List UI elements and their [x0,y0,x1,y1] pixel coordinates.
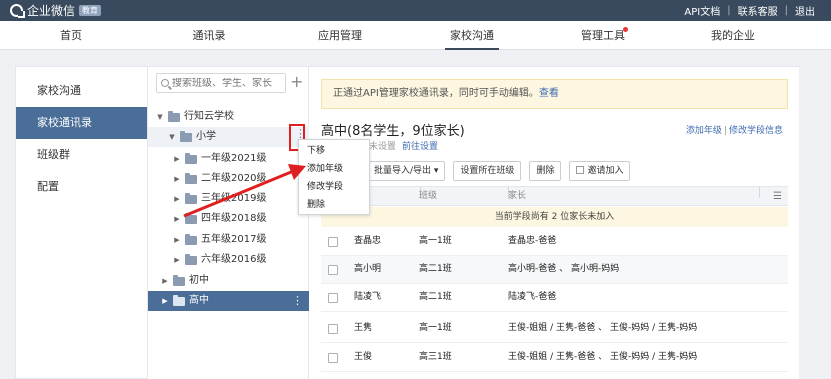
set-class-button[interactable]: 设置所在班级 [453,161,522,181]
row-checkbox[interactable] [328,293,338,303]
add-grade-link[interactable]: 添加年级 [686,126,722,136]
student-parents: 高小明-爸爸 、 高小明-妈妈 [508,264,620,274]
notice-view-link[interactable]: 查看 [539,88,559,99]
tree-node-grade-6[interactable]: ▶ 六年级2016级 [172,250,302,270]
api-notice: 正通过API管理家校通讯录，同时可手动编辑。查看 [321,79,788,109]
student-name: 陆凌飞 [354,292,382,302]
caret-right-icon[interactable]: ▶ [172,230,182,250]
nav-my-enterprise[interactable]: 我的企业 [678,21,788,50]
more-options-icon[interactable]: ⋮ [292,291,303,311]
col-header-parents: 家长 [508,191,527,201]
top-bar: 企业微信 教育 API文档 | 联系客服 | 退出 [0,0,831,21]
go-settings-link[interactable]: 前往设置 [402,142,438,152]
chat-bubble-icon [10,4,23,17]
tree-node-middle[interactable]: ▶ 初中 [160,271,300,291]
student-class: 高一1班 [419,236,452,246]
row-checkbox[interactable] [328,237,338,247]
student-parents: 王俊-姐姐 / 王隽-爸爸 、 王俊-妈妈 / 王隽-妈妈 [508,352,698,362]
edition-badge: 教育 [79,5,102,16]
table-header: 班级 家长 ☰ [321,186,788,206]
main-content: 正通过API管理家校通讯录，同时可手动编辑。查看 高中(8名学生，9位家长) 添… [309,66,799,379]
folder-icon [185,253,197,265]
unjoined-parents-banner: 当前学段尚有 2 位家长未加入 [321,207,788,227]
side-item-directory[interactable]: 家校通讯录 [16,107,147,139]
student-name: 王俊 [354,352,373,362]
admin-unset-text: 未设置 [369,142,397,152]
folder-icon [185,233,197,245]
table-row[interactable]: 王俊 高三1班 王俊-姐姐 / 王隽-爸爸 、 王俊-妈妈 / 王隽-妈妈 [321,344,788,372]
nav-home-school[interactable]: 家校沟通 [417,21,527,50]
folder-icon [168,110,180,122]
page-gutter [799,66,831,379]
org-tree-panel: + ▼ 行知云学校 ▼ 小学 ▶ 一年级2021级 ▶ 二年级2020级 ▶ 三… [148,66,309,379]
logout-link[interactable]: 退出 [795,3,815,18]
student-class: 高一1班 [419,323,452,333]
column-settings-icon[interactable]: ☰ [773,187,782,206]
side-item-settings[interactable]: 配置 [16,171,147,203]
annotation-arrow-icon [183,164,306,218]
app-logo[interactable]: 企业微信 教育 [10,2,102,19]
caret-down-icon[interactable]: ▼ [155,107,165,127]
student-name: 王隽 [354,323,373,333]
caret-right-icon[interactable]: ▶ [172,250,182,270]
row-checkbox[interactable] [328,353,338,363]
nav-contacts[interactable]: 通讯录 [154,21,264,50]
main-nav: 首页 通讯录 应用管理 家校沟通 管理工具 我的企业 [0,21,831,50]
side-item-home-school[interactable]: 家校沟通 [16,75,147,107]
stage-admin-line: 未设置 前往设置 [369,139,438,152]
student-parents: 王俊-姐姐 / 王隽-爸爸 、 王俊-妈妈 / 王隽-妈妈 [508,323,698,333]
batch-import-export-button[interactable]: 批量导入/导出 ▾ [367,161,446,181]
student-name: 查晶忠 [354,236,382,246]
student-parents: 查晶忠-爸爸 [508,236,557,246]
top-links: API文档 | 联系客服 | 退出 [684,3,815,18]
side-menu: 家校沟通 家校通讯录 班级群 配置 [15,66,148,379]
student-parents: 陆凌飞-爸爸 [508,292,557,302]
app-name: 企业微信 [27,4,76,18]
heading-actions: 添加年级 | 修改学段信息 [685,126,783,136]
student-name: 高小明 [354,264,382,274]
api-docs-link[interactable]: API文档 [684,3,720,18]
table-row[interactable]: 高小明 高二1班 高小明-爸爸 、 高小明-妈妈 [321,256,788,284]
nav-home[interactable]: 首页 [16,21,126,50]
caret-right-icon[interactable]: ▶ [160,271,170,291]
tree-node-high[interactable]: ▶ 高中 ⋮ [148,291,309,311]
delete-button[interactable]: 删除 [529,161,562,181]
qr-grid-icon [576,166,585,174]
search-input[interactable] [172,77,282,89]
tree-search[interactable] [156,73,286,93]
page-title: 高中(8名学生，9位家长) [321,124,465,139]
folder-icon [173,294,185,306]
row-checkbox[interactable] [328,324,338,334]
col-header-class: 班级 [419,191,438,201]
search-icon [161,79,169,87]
add-node-button[interactable]: + [290,73,303,91]
tree-node-grade-5[interactable]: ▶ 五年级2017级 [172,230,302,250]
invite-button[interactable]: 邀请加入 [569,161,631,181]
table-row[interactable]: 查晶忠 高一1班 查晶忠-爸爸 [321,228,788,256]
table-row[interactable]: 陆凌飞 高二1班 陆凌飞-爸爸 [321,284,788,312]
tree-node-school[interactable]: ▼ 行知云学校 [155,107,305,127]
student-class: 高三1班 [419,352,452,362]
student-class: 高二1班 [419,264,452,274]
folder-icon [173,274,185,286]
notification-dot [623,27,628,32]
nav-apps[interactable]: 应用管理 [285,21,395,50]
caret-right-icon[interactable]: ▶ [160,291,170,311]
table-row[interactable]: 王隽 高一1班 王俊-姐姐 / 王隽-爸爸 、 王俊-妈妈 / 王隽-妈妈 [321,315,788,343]
row-checkbox[interactable] [328,265,338,275]
edit-stage-info-link[interactable]: 修改学段信息 [729,126,783,136]
contact-support-link[interactable]: 联系客服 [738,3,778,18]
student-class: 高二1班 [419,292,452,302]
nav-tools[interactable]: 管理工具 [548,21,658,50]
caret-down-icon[interactable]: ▼ [167,127,177,147]
side-item-class-groups[interactable]: 班级群 [16,139,147,171]
